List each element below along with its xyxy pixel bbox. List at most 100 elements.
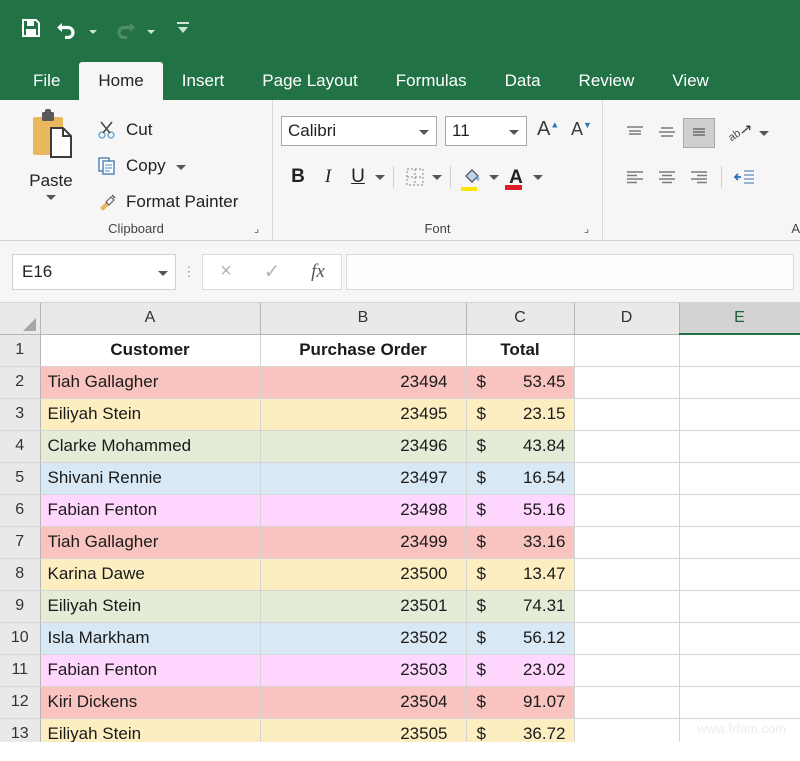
cancel-formula-icon[interactable]: ×	[203, 255, 249, 289]
row-header-4[interactable]: 4	[0, 430, 40, 462]
row-header-9[interactable]: 9	[0, 590, 40, 622]
italic-button[interactable]: I	[313, 162, 343, 192]
column-header-a[interactable]: A	[40, 303, 260, 334]
name-box-dropdown-icon[interactable]	[158, 263, 168, 281]
cell-b6[interactable]: 23498	[260, 494, 466, 526]
fill-color-dropdown-icon[interactable]	[487, 175, 501, 180]
formula-bar-grip[interactable]: ⋮	[176, 268, 202, 275]
cell-a5[interactable]: Shivani Rennie	[40, 462, 260, 494]
insert-function-icon[interactable]: fx	[295, 255, 341, 289]
cell-e7[interactable]	[679, 526, 800, 558]
cell-d10[interactable]	[574, 622, 679, 654]
cell-e13[interactable]	[679, 718, 800, 742]
orientation-button[interactable]: ab	[725, 118, 757, 148]
row-header-8[interactable]: 8	[0, 558, 40, 590]
underline-dropdown-icon[interactable]	[373, 175, 387, 180]
cell-b12[interactable]: 23504	[260, 686, 466, 718]
align-center-button[interactable]	[651, 162, 683, 192]
save-icon[interactable]	[14, 11, 48, 45]
cell-a11[interactable]: Fabian Fenton	[40, 654, 260, 686]
font-size-input[interactable]: 11	[445, 116, 527, 146]
cell-b13[interactable]: 23505	[260, 718, 466, 742]
borders-button[interactable]	[400, 162, 430, 192]
row-header-10[interactable]: 10	[0, 622, 40, 654]
cell-d12[interactable]	[574, 686, 679, 718]
copy-dropdown-icon[interactable]	[176, 157, 186, 175]
row-header-13[interactable]: 13	[0, 718, 40, 742]
cell-b1[interactable]: Purchase Order	[260, 334, 466, 366]
formula-input[interactable]	[346, 254, 794, 290]
cell-c13[interactable]: $36.72	[466, 718, 574, 742]
tab-file[interactable]: File	[14, 62, 79, 100]
cell-c10[interactable]: $56.12	[466, 622, 574, 654]
cell-d9[interactable]	[574, 590, 679, 622]
paste-button[interactable]: Paste	[14, 108, 88, 200]
cell-c9[interactable]: $74.31	[466, 590, 574, 622]
name-box[interactable]: E16	[12, 254, 176, 290]
cell-b3[interactable]: 23495	[260, 398, 466, 430]
cell-d6[interactable]	[574, 494, 679, 526]
cell-d3[interactable]	[574, 398, 679, 430]
cell-a1[interactable]: Customer	[40, 334, 260, 366]
format-painter-button[interactable]: Format Painter	[92, 184, 238, 220]
tab-data[interactable]: Data	[486, 62, 560, 100]
customize-qat-icon[interactable]	[166, 11, 200, 45]
font-color-button[interactable]: A	[501, 162, 531, 192]
clipboard-dialog-launcher-icon[interactable]: ⌟	[254, 223, 266, 235]
cell-a13[interactable]: Eiliyah Stein	[40, 718, 260, 742]
select-all-button[interactable]	[0, 303, 40, 334]
cell-c2[interactable]: $53.45	[466, 366, 574, 398]
row-header-11[interactable]: 11	[0, 654, 40, 686]
cut-button[interactable]: Cut	[92, 112, 238, 148]
cell-a4[interactable]: Clarke Mohammed	[40, 430, 260, 462]
undo-icon[interactable]	[50, 11, 84, 45]
tab-insert[interactable]: Insert	[163, 62, 244, 100]
cell-c4[interactable]: $43.84	[466, 430, 574, 462]
cell-a2[interactable]: Tiah Gallagher	[40, 366, 260, 398]
borders-dropdown-icon[interactable]	[430, 175, 444, 180]
cell-d4[interactable]	[574, 430, 679, 462]
column-header-d[interactable]: D	[574, 303, 679, 334]
redo-icon[interactable]	[108, 11, 142, 45]
cell-e11[interactable]	[679, 654, 800, 686]
cell-c3[interactable]: $23.15	[466, 398, 574, 430]
row-header-1[interactable]: 1	[0, 334, 40, 366]
cell-e3[interactable]	[679, 398, 800, 430]
cell-d13[interactable]	[574, 718, 679, 742]
cell-e8[interactable]	[679, 558, 800, 590]
column-header-b[interactable]: B	[260, 303, 466, 334]
column-header-e[interactable]: E	[679, 303, 800, 334]
tab-page-layout[interactable]: Page Layout	[243, 62, 376, 100]
cell-e1[interactable]	[679, 334, 800, 366]
cell-d11[interactable]	[574, 654, 679, 686]
cell-a9[interactable]: Eiliyah Stein	[40, 590, 260, 622]
tab-view[interactable]: View	[653, 62, 728, 100]
cell-d1[interactable]	[574, 334, 679, 366]
cell-b4[interactable]: 23496	[260, 430, 466, 462]
align-middle-button[interactable]	[651, 118, 683, 148]
cell-b8[interactable]: 23500	[260, 558, 466, 590]
row-header-3[interactable]: 3	[0, 398, 40, 430]
increase-font-size-button[interactable]: A▲	[537, 118, 559, 141]
column-header-c[interactable]: C	[466, 303, 574, 334]
fill-color-button[interactable]	[457, 162, 487, 192]
cell-e9[interactable]	[679, 590, 800, 622]
decrease-indent-button[interactable]	[728, 162, 760, 192]
cell-a8[interactable]: Karina Dawe	[40, 558, 260, 590]
tab-home[interactable]: Home	[79, 62, 162, 100]
cell-d7[interactable]	[574, 526, 679, 558]
cell-b11[interactable]: 23503	[260, 654, 466, 686]
row-header-6[interactable]: 6	[0, 494, 40, 526]
paste-dropdown-icon[interactable]	[14, 195, 88, 200]
enter-formula-icon[interactable]: ✓	[249, 255, 295, 289]
row-header-12[interactable]: 12	[0, 686, 40, 718]
cell-b10[interactable]: 23502	[260, 622, 466, 654]
cell-c8[interactable]: $13.47	[466, 558, 574, 590]
orientation-dropdown-icon[interactable]	[757, 131, 771, 136]
font-color-dropdown-icon[interactable]	[531, 175, 545, 180]
cell-a3[interactable]: Eiliyah Stein	[40, 398, 260, 430]
underline-button[interactable]: U	[343, 162, 373, 192]
align-left-button[interactable]	[619, 162, 651, 192]
align-top-button[interactable]	[619, 118, 651, 148]
cell-d2[interactable]	[574, 366, 679, 398]
